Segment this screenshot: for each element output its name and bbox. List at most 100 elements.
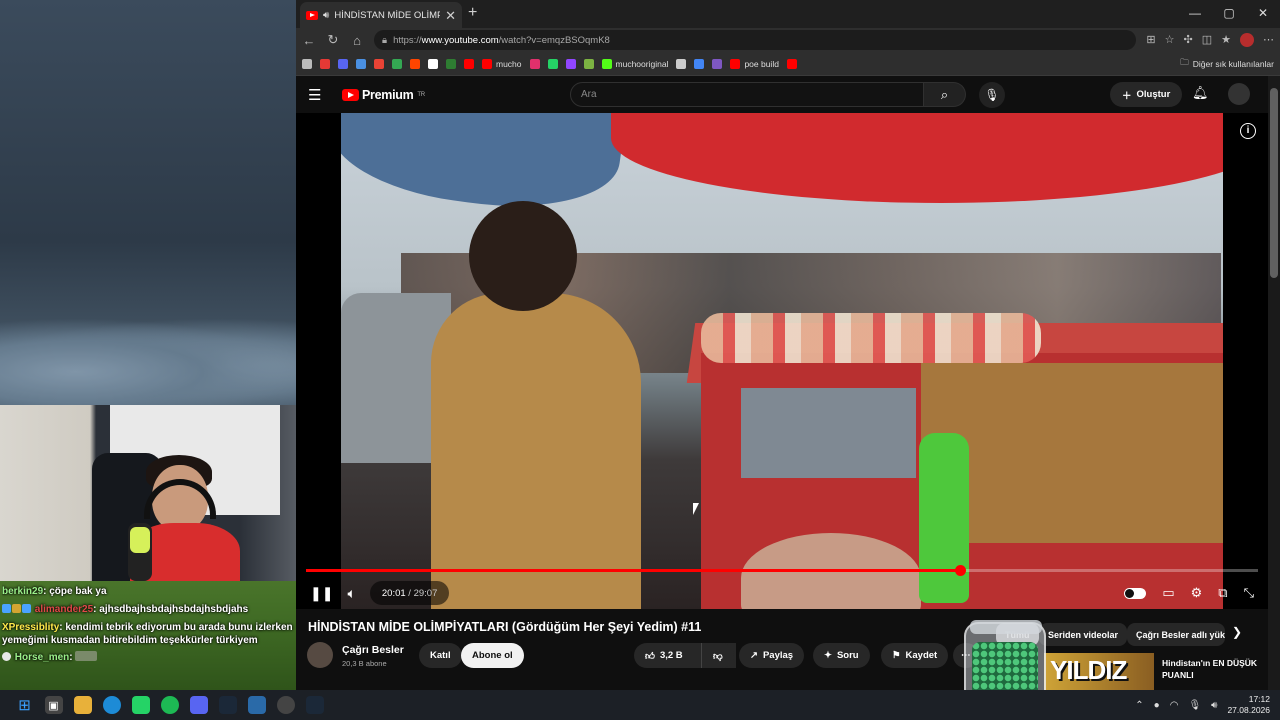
bookmark-item[interactable] [712, 58, 723, 69]
create-button[interactable]: ＋ Oluştur [1110, 82, 1183, 107]
spotify-icon[interactable] [160, 696, 179, 714]
bookmark-item[interactable] [302, 58, 312, 69]
bookmark-item[interactable] [694, 58, 705, 69]
progress-bar[interactable] [306, 565, 1258, 576]
file-explorer-icon[interactable] [73, 696, 92, 714]
bookmark-item[interactable] [676, 58, 687, 69]
bookmark-item[interactable] [786, 58, 797, 69]
minimize-icon[interactable]: — [1178, 0, 1212, 28]
bookmark-item[interactable] [565, 58, 576, 69]
account-avatar[interactable] [1228, 83, 1250, 105]
app-available-icon[interactable]: ⊞ [1146, 33, 1155, 47]
obs-icon[interactable] [276, 696, 295, 714]
wifi-icon[interactable]: ◠ [1170, 700, 1179, 711]
more-options-icon[interactable]: ⋯ [1263, 33, 1274, 47]
bookmark-item[interactable] [547, 58, 558, 69]
share-button[interactable]: ↗ Paylaş [739, 643, 805, 668]
dislike-button[interactable]: 👎︎ [701, 643, 734, 668]
volume-icon[interactable]: 🔈︎ [347, 585, 355, 602]
edge-browser-icon[interactable] [102, 696, 121, 714]
video-player[interactable]: i ❚❚ 🔈︎ 20:01 / 29:07 ▭ ⚙ ⧉ ⤡ [296, 113, 1268, 609]
youtube-page: ☰ Premium TR Ara ⌕ 🎙︎ ＋ Oluştur 🔔︎ i ❚❚ … [296, 76, 1268, 690]
bookmark-item[interactable]: mucho [482, 58, 522, 69]
bookmark-item[interactable] [446, 58, 456, 69]
chevron-right-icon[interactable]: ❯ [1232, 625, 1242, 639]
home-icon[interactable]: ⌂ [350, 33, 364, 48]
scene-fruit-plates [701, 313, 1041, 363]
search-input[interactable]: Ara [570, 82, 924, 107]
bookmark-item[interactable] [464, 58, 474, 69]
search-icon[interactable]: ⌕ [924, 82, 966, 107]
discord-icon[interactable] [189, 696, 208, 714]
video-frame[interactable] [341, 113, 1223, 609]
steam-alt-icon[interactable] [305, 696, 324, 714]
bookmark-item[interactable] [320, 58, 330, 69]
new-tab-button[interactable]: + [468, 5, 477, 21]
subtitles-icon[interactable]: ▭ [1162, 585, 1174, 601]
extensions-icon[interactable]: ✣ [1184, 33, 1193, 47]
miniplayer-icon[interactable]: ⧉ [1218, 585, 1227, 601]
tab-close-icon[interactable]: ✕ [445, 9, 456, 22]
tab-youtube[interactable]: 🔊︎ HİNDİSTAN MİDE OLİMPİYATL ✕ [300, 2, 462, 28]
pause-icon[interactable]: ❚❚ [310, 585, 333, 602]
subscribe-button[interactable]: Abone ol [461, 643, 524, 668]
tray-app-icon[interactable]: ● [1154, 700, 1160, 711]
join-button[interactable]: Katıl [419, 643, 462, 668]
bookmark-item[interactable] [583, 58, 594, 69]
tab-bar: 🔊︎ HİNDİSTAN MİDE OLİMPİYATL ✕ + — ▢ ✕ [296, 0, 1280, 28]
bookmark-item[interactable] [410, 58, 420, 69]
app-icon[interactable] [247, 696, 266, 714]
split-screen-icon[interactable]: ◫ [1202, 33, 1212, 47]
bookmark-item[interactable]: poe build [730, 58, 779, 69]
other-bookmarks[interactable]: 🗀 Diğer sık kullanılanlar [1180, 57, 1274, 71]
menu-icon[interactable]: ☰ [308, 86, 332, 104]
bookmark-item[interactable] [338, 58, 348, 69]
recommended-video-thumbnail[interactable]: YILDIZ [1044, 653, 1154, 690]
windows-start-icon[interactable]: ⊞ [16, 696, 34, 714]
page-scrollbar[interactable] [1268, 76, 1280, 690]
bookmark-item[interactable] [392, 58, 402, 69]
steam-icon[interactable] [218, 696, 237, 714]
chat-username: berkin29 [2, 586, 44, 597]
youtube-logo[interactable]: Premium TR [342, 88, 425, 102]
bookmark-item[interactable]: muchooriginal [601, 58, 668, 69]
autoplay-toggle[interactable] [1124, 587, 1147, 599]
scrollbar-thumb[interactable] [1270, 88, 1278, 278]
back-icon[interactable]: ← [302, 33, 316, 48]
player-right-controls: ▭ ⚙ ⧉ ⤡ [1124, 585, 1254, 601]
reload-icon[interactable]: ↻ [326, 32, 340, 48]
save-button[interactable]: ⚑ Kaydet [881, 643, 949, 668]
tray-chevron-up-icon[interactable]: ⌃ [1135, 700, 1143, 711]
bookmark-item[interactable] [428, 58, 438, 69]
channel-avatar[interactable] [307, 642, 333, 668]
profile-avatar[interactable] [1240, 33, 1254, 47]
clock[interactable]: 17:12 27.08.2026 [1227, 694, 1270, 716]
ask-button[interactable]: ✦ Soru [813, 643, 870, 668]
chip-series-videos[interactable]: Seriden videolar [1039, 623, 1128, 646]
mic-tray-icon[interactable]: 🎙︎ [1188, 700, 1201, 711]
bookmark-item[interactable] [529, 58, 540, 69]
whatsapp-icon[interactable] [131, 696, 150, 714]
time-display: 20:01 / 29:07 [369, 581, 450, 605]
info-icon[interactable]: i [1240, 123, 1256, 139]
bookmark-item[interactable] [356, 58, 366, 69]
microphone-icon[interactable]: 🎙︎ [979, 82, 1005, 108]
chat-username: alimander25 [34, 604, 94, 615]
notifications-bell-icon[interactable]: 🔔︎ [1192, 85, 1209, 101]
scene-blue-umbrella [341, 113, 628, 223]
speaker-tray-icon[interactable]: 🔊︎ [1211, 700, 1217, 711]
progress-scrubber[interactable] [955, 565, 967, 576]
speaker-icon[interactable]: 🔊︎ [323, 10, 329, 21]
channel-name[interactable]: Çağrı Besler [342, 644, 404, 656]
fullscreen-icon[interactable]: ⤡ [1244, 585, 1254, 601]
bookmark-item[interactable] [374, 58, 384, 69]
url-field[interactable]: 🔒︎ https://www.youtube.com/watch?v=emqzB… [374, 30, 1137, 50]
settings-gear-icon[interactable]: ⚙ [1191, 585, 1203, 601]
close-window-icon[interactable]: ✕ [1246, 0, 1280, 28]
recommended-video-title[interactable]: Hindistan'ın EN DÜŞÜK PUANLI [1162, 657, 1262, 681]
task-view-icon[interactable]: ▣ [44, 696, 63, 714]
favorite-star-icon[interactable]: ☆ [1165, 33, 1175, 47]
chip-channel-uploads[interactable]: Çağrı Besler adlı yük [1127, 623, 1225, 646]
maximize-icon[interactable]: ▢ [1212, 0, 1246, 28]
favorites-icon[interactable]: ★ [1221, 33, 1231, 47]
